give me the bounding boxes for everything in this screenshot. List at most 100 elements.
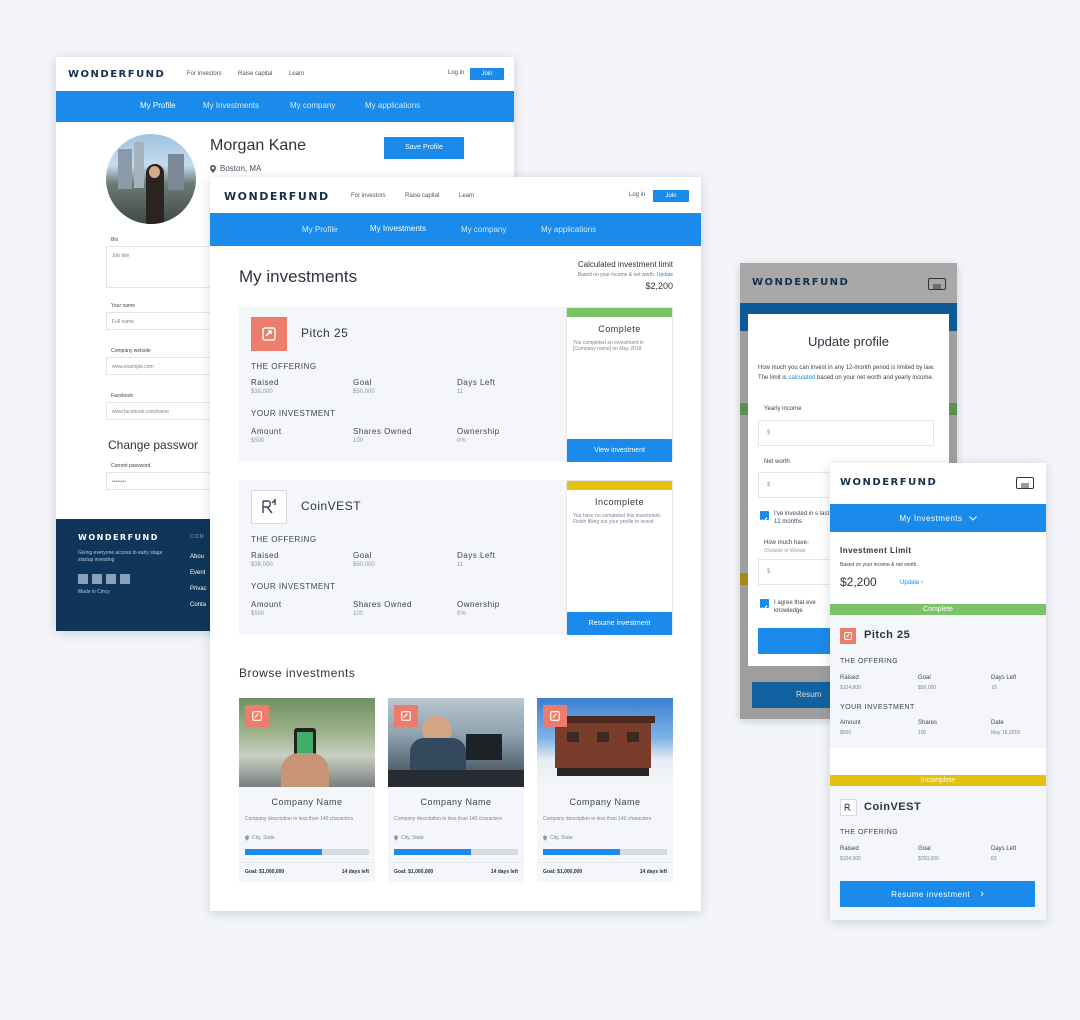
investment-card-pitch25[interactable]: Pitch 25 THE OFFERING Raised $104,600 Go… (830, 615, 1046, 748)
status-label: Complete (598, 324, 641, 334)
resume-investment-button[interactable]: Resume investment (567, 612, 672, 635)
footer-column-head: COM (190, 534, 205, 540)
instagram-icon[interactable] (106, 574, 116, 584)
tab-my-company[interactable]: My company (461, 225, 506, 234)
bio-field[interactable]: Job title (106, 246, 216, 288)
nav-link-raise[interactable]: Raise capital (405, 193, 439, 199)
tab-my-investments[interactable]: My Investments (370, 224, 426, 233)
footer-link-privacy[interactable]: Privac (190, 586, 207, 592)
raised-label: Raised (251, 551, 279, 560)
join-button[interactable]: Join (470, 68, 504, 80)
avatar[interactable] (106, 134, 196, 224)
funding-progress-fill (245, 849, 322, 855)
chevron-right-icon: › (921, 580, 924, 586)
nav-link-learn[interactable]: Learn (289, 71, 304, 77)
login-link[interactable]: Log in (448, 70, 464, 76)
tab-my-profile[interactable]: My Profile (302, 225, 338, 234)
tab-my-applications[interactable]: My applications (365, 101, 420, 110)
investment-name[interactable]: CoinVEST (301, 499, 361, 513)
company-location: City, State (245, 835, 275, 841)
shares-value: 100 (353, 438, 364, 444)
limit-note: Based on your income & net worth. (840, 562, 918, 568)
ownership-value: 0% (457, 611, 466, 617)
net-worth-label: Net worth (764, 459, 790, 465)
amount-value: $500 (251, 438, 265, 444)
question-sub: (Outside of Wonde (764, 548, 806, 554)
footer-link-about[interactable]: Abou (190, 554, 204, 560)
tab-my-investments[interactable]: My Investments (203, 101, 259, 110)
browse-card-3[interactable]: Company Name Company description in less… (537, 698, 673, 882)
footer-link-contact[interactable]: Conta (190, 602, 206, 608)
menu-icon[interactable] (928, 278, 946, 290)
company-logo-icon (245, 705, 269, 727)
current-password-label: Current password (111, 463, 151, 469)
raised-value: $38,000 (251, 562, 273, 568)
tab-my-profile[interactable]: My Profile (140, 101, 176, 110)
nav-link-learn[interactable]: Learn (459, 193, 474, 199)
goal-label: Goal (918, 846, 931, 852)
days-left-value: 83 (991, 856, 997, 862)
resume-button-partial[interactable]: Resum (796, 690, 821, 699)
days-left-text: 14 days left (639, 869, 667, 875)
limit-update-link[interactable]: Update (657, 272, 673, 278)
your-investment-heading: YOUR INVESTMENT (840, 704, 915, 711)
current-password-field[interactable]: •••••••• (106, 472, 216, 490)
shares-label: Shares (918, 720, 938, 726)
tab-my-company[interactable]: My company (290, 101, 335, 110)
investment-name[interactable]: Pitch 25 (301, 326, 348, 340)
location-pin-icon (245, 835, 249, 841)
brand-logo[interactable]: WONDERFUND (68, 69, 165, 80)
checkbox-agree[interactable] (760, 599, 769, 611)
login-link[interactable]: Log in (629, 192, 645, 198)
view-investment-button[interactable]: View investment (567, 439, 672, 462)
days-left-label: Days Left (457, 378, 496, 387)
footer-logo[interactable]: WONDERFUND (78, 533, 159, 542)
menu-icon[interactable] (1016, 477, 1034, 489)
facebook-icon[interactable] (92, 574, 102, 584)
twitter-icon[interactable] (78, 574, 88, 584)
linkedin-icon[interactable] (120, 574, 130, 584)
goal-label: Goal (918, 675, 931, 681)
update-link[interactable]: Update › (900, 580, 923, 586)
status-note: You have no completed this investment. F… (573, 513, 662, 525)
website-field[interactable]: www.example.com (106, 357, 216, 375)
days-left-text: 14 days left (490, 869, 518, 875)
desktop-investments-window: WONDERFUND For investors Raise capital L… (210, 177, 701, 911)
yearly-income-input[interactable]: $ (758, 420, 934, 446)
join-button[interactable]: Join (653, 190, 689, 202)
company-description: Company description in less than 140 cha… (394, 816, 503, 822)
location-pin-icon (543, 835, 547, 841)
investment-card-coinvest[interactable]: CoinVEST THE OFFERING Raised $104,600 Go… (830, 786, 1046, 920)
section-dropdown[interactable]: My Investments (830, 504, 1046, 532)
raised-value: $38,000 (251, 389, 273, 395)
browse-heading: Browse investments (239, 666, 356, 680)
brand-logo[interactable]: WONDERFUND (752, 277, 849, 288)
limit-value: $2,200 (645, 281, 673, 291)
offering-heading: THE OFFERING (840, 829, 899, 836)
full-name-field[interactable]: Full name (106, 312, 216, 330)
calculated-link[interactable]: calculated (788, 375, 815, 381)
status-panel: Incomplete You have no completed this in… (566, 480, 673, 635)
browse-card-1[interactable]: Company Name Company description in less… (239, 698, 375, 882)
company-name: Company Name (271, 797, 343, 807)
funding-progress-fill (543, 849, 620, 855)
coinvest-logo-icon (251, 490, 287, 524)
save-profile-button[interactable]: Save Profile (384, 137, 464, 159)
nav-link-investors[interactable]: For investors (187, 71, 222, 77)
facebook-field[interactable]: www.facebook.com/name (106, 402, 216, 420)
website-label: Company website (111, 348, 151, 354)
checkbox-invested[interactable] (760, 511, 769, 523)
footer-link-events[interactable]: Event (190, 570, 205, 576)
company-description: Company description in less than 140 cha… (245, 816, 354, 822)
resume-investment-button[interactable]: Resume investment › (840, 881, 1035, 907)
status-bar-complete (567, 308, 672, 317)
funding-progress-track (394, 849, 518, 855)
nav-link-investors[interactable]: For investors (351, 193, 386, 199)
brand-logo[interactable]: WONDERFUND (840, 477, 937, 488)
nav-link-raise[interactable]: Raise capital (238, 71, 272, 77)
browse-card-2[interactable]: Company Name Company description in less… (388, 698, 524, 882)
brand-logo[interactable]: WONDERFUND (224, 190, 330, 203)
top-nav: WONDERFUND For investors Raise capital L… (56, 57, 514, 91)
goal-label: Goal (353, 378, 372, 387)
tab-my-applications[interactable]: My applications (541, 225, 596, 234)
